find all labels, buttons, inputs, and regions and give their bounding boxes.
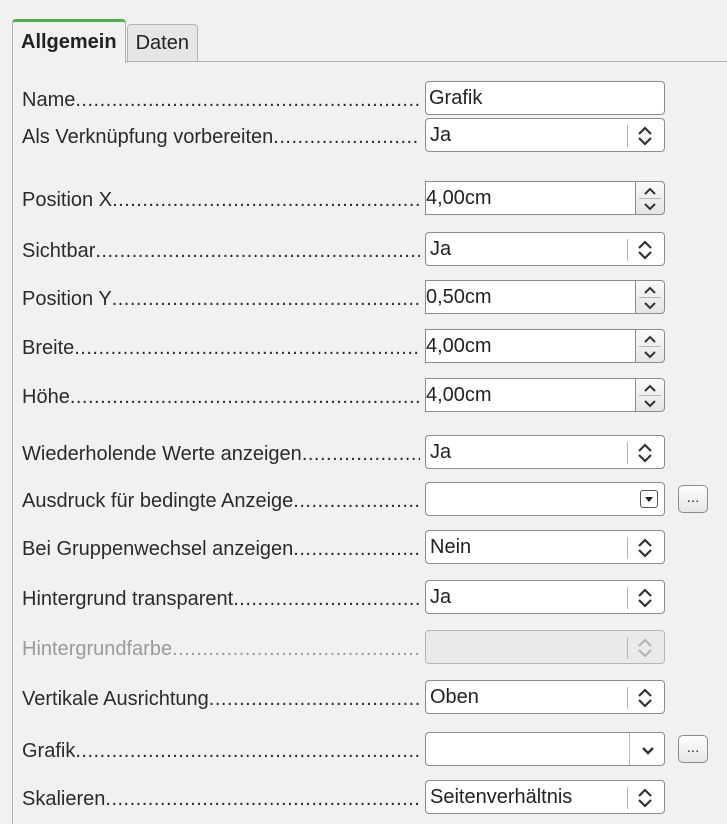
up-down-arrows-icon bbox=[638, 240, 652, 260]
graphic-browse-button[interactable]: ... bbox=[678, 735, 708, 763]
graphic-label: Grafik bbox=[22, 737, 420, 765]
up-down-arrows-icon bbox=[638, 638, 652, 658]
position-y-spinfield[interactable]: 0,50cm bbox=[425, 280, 665, 314]
height-value[interactable]: 4,00cm bbox=[425, 378, 635, 412]
up-down-arrows-icon bbox=[638, 538, 652, 558]
row-transparent: Hintergrund transparent Ja bbox=[22, 580, 722, 616]
up-down-arrows-icon bbox=[638, 443, 652, 463]
height-spinfield[interactable]: 4,00cm bbox=[425, 378, 665, 412]
width-spinfield[interactable]: 4,00cm bbox=[425, 329, 665, 363]
repeat-value: Ja bbox=[430, 441, 452, 463]
width-spin-buttons[interactable] bbox=[635, 329, 665, 363]
vertical-alignment-label: Vertikale Ausrichtung bbox=[22, 685, 420, 713]
scale-value: Seitenverhältnis bbox=[430, 786, 573, 808]
row-background-color: Hintergrundfarbe bbox=[22, 630, 722, 666]
height-spin-buttons[interactable] bbox=[635, 378, 665, 412]
row-conditional-expression: Ausdruck für bedingte Anzeige ... bbox=[22, 482, 722, 518]
tab-bar: Allgemein Daten bbox=[12, 18, 198, 63]
visible-listbox[interactable]: Ja bbox=[425, 232, 665, 266]
spin-down-icon[interactable] bbox=[642, 350, 658, 360]
transparent-label: Hintergrund transparent bbox=[22, 585, 420, 613]
link-listbox[interactable]: Ja bbox=[425, 118, 665, 152]
repeat-label: Wiederholende Werte anzeigen bbox=[22, 440, 420, 468]
conditional-expression-label: Ausdruck für bedingte Anzeige bbox=[22, 487, 420, 515]
width-value[interactable]: 4,00cm bbox=[425, 329, 635, 363]
tab-allgemein[interactable]: Allgemein bbox=[12, 19, 126, 63]
vertical-alignment-listbox[interactable]: Oben bbox=[425, 680, 665, 714]
position-x-spinfield[interactable]: 4,00cm bbox=[425, 181, 665, 215]
row-position-x: Position X 4,00cm bbox=[22, 181, 722, 217]
row-width: Breite 4,00cm bbox=[22, 329, 722, 365]
position-x-label: Position X bbox=[22, 186, 420, 214]
row-height: Höhe 4,00cm bbox=[22, 378, 722, 414]
graphic-combobox[interactable] bbox=[425, 732, 665, 766]
up-down-arrows-icon bbox=[638, 588, 652, 608]
spin-up-icon[interactable] bbox=[642, 383, 658, 393]
background-color-listbox bbox=[425, 630, 665, 664]
background-color-label: Hintergrundfarbe bbox=[22, 635, 420, 663]
row-graphic: Grafik ... bbox=[22, 732, 722, 768]
scale-listbox[interactable]: Seitenverhältnis bbox=[425, 780, 665, 814]
row-group-change: Bei Gruppenwechsel anzeigen Nein bbox=[22, 530, 722, 566]
dropdown-button[interactable] bbox=[640, 490, 658, 508]
scale-label: Skalieren bbox=[22, 785, 420, 813]
row-position-y: Position Y 0,50cm bbox=[22, 280, 722, 316]
up-down-arrows-icon bbox=[638, 788, 652, 808]
height-label: Höhe bbox=[22, 383, 420, 411]
transparent-value: Ja bbox=[430, 586, 452, 608]
row-repeat: Wiederholende Werte anzeigen Ja bbox=[22, 435, 722, 471]
spin-up-icon[interactable] bbox=[642, 186, 658, 196]
up-down-arrows-icon bbox=[638, 688, 652, 708]
group-change-label: Bei Gruppenwechsel anzeigen bbox=[22, 535, 420, 563]
width-label: Breite bbox=[22, 334, 420, 362]
chevron-down-icon bbox=[645, 497, 653, 502]
vertical-alignment-value: Oben bbox=[430, 686, 479, 708]
row-name: Name Grafik bbox=[22, 81, 722, 117]
conditional-expression-combobox[interactable] bbox=[425, 482, 665, 516]
spin-up-icon[interactable] bbox=[642, 334, 658, 344]
transparent-listbox[interactable]: Ja bbox=[425, 580, 665, 614]
position-y-spin-buttons[interactable] bbox=[635, 280, 665, 314]
row-vertical-alignment: Vertikale Ausrichtung Oben bbox=[22, 680, 722, 716]
visible-value: Ja bbox=[430, 238, 452, 260]
spin-down-icon[interactable] bbox=[642, 202, 658, 212]
name-input[interactable]: Grafik bbox=[425, 81, 665, 115]
name-label: Name bbox=[22, 86, 420, 114]
group-change-listbox[interactable]: Nein bbox=[425, 530, 665, 564]
position-y-value[interactable]: 0,50cm bbox=[425, 280, 635, 314]
conditional-expression-browse-button[interactable]: ... bbox=[678, 485, 708, 513]
visible-label: Sichtbar bbox=[22, 237, 420, 265]
row-visible: Sichtbar Ja bbox=[22, 232, 722, 268]
row-scale: Skalieren Seitenverhältnis bbox=[22, 780, 722, 816]
chevron-down-icon[interactable] bbox=[638, 740, 658, 760]
link-value: Ja bbox=[430, 124, 452, 146]
spin-down-icon[interactable] bbox=[642, 399, 658, 409]
position-y-label: Position Y bbox=[22, 285, 420, 313]
spin-down-icon[interactable] bbox=[642, 301, 658, 311]
up-down-arrows-icon bbox=[638, 126, 652, 146]
repeat-listbox[interactable]: Ja bbox=[425, 435, 665, 469]
group-change-value: Nein bbox=[430, 536, 472, 558]
tab-daten[interactable]: Daten bbox=[126, 24, 198, 62]
spin-up-icon[interactable] bbox=[642, 285, 658, 295]
position-x-spin-buttons[interactable] bbox=[635, 181, 665, 215]
position-x-value[interactable]: 4,00cm bbox=[425, 181, 635, 215]
property-dialog: Allgemein Daten Name Grafik Als Verknüpf… bbox=[0, 0, 727, 824]
link-label: Als Verknüpfung vorbereiten bbox=[22, 123, 420, 151]
row-link: Als Verknüpfung vorbereiten Ja bbox=[22, 118, 722, 154]
